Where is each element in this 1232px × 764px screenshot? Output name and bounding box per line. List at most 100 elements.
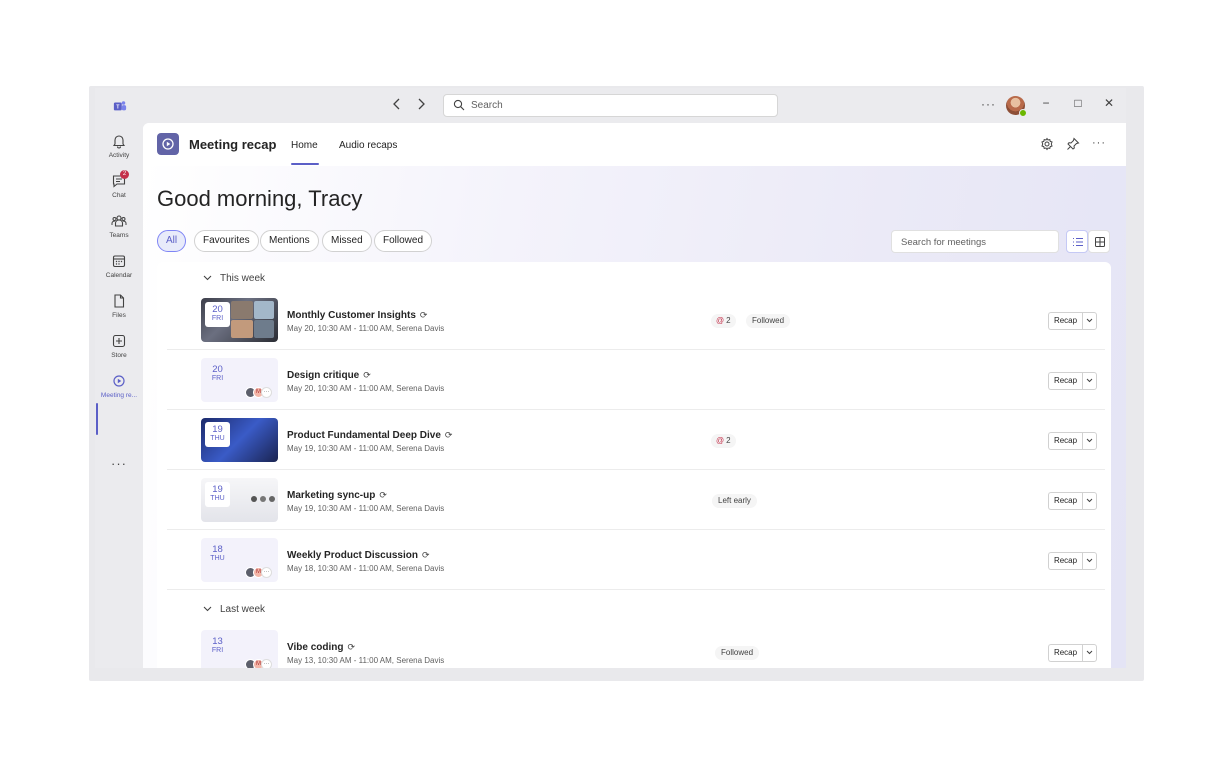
meeting-subtitle: May 13, 10:30 AM - 11:00 AM, Serena Davi…: [287, 656, 445, 665]
filter-chip-favourites[interactable]: Favourites: [194, 230, 259, 252]
rail-item-meeting-recap[interactable]: Meeting re...: [95, 373, 143, 409]
date-weekday: THU: [210, 555, 225, 562]
participant-avatars: M ···: [245, 659, 272, 668]
recap-button[interactable]: Recap: [1048, 312, 1082, 330]
section-header-this-week[interactable]: This week: [203, 273, 265, 284]
meeting-thumbnail: 19 THU: [201, 418, 278, 462]
date-weekday: THU: [210, 495, 225, 502]
tab-home[interactable]: Home: [291, 140, 318, 151]
chevron-down-icon: [1086, 378, 1093, 383]
global-search-input[interactable]: Search: [443, 94, 778, 117]
recap-dropdown-button[interactable]: [1082, 432, 1097, 450]
rail-more-apps-button[interactable]: ···: [95, 456, 143, 471]
play-circle-icon: [162, 138, 174, 150]
recap-dropdown-button[interactable]: [1082, 492, 1097, 510]
meeting-subtitle: May 20, 10:30 AM - 11:00 AM, Serena Davi…: [287, 324, 445, 333]
tab-audio-recaps[interactable]: Audio recaps: [339, 140, 397, 151]
rail-item-calendar[interactable]: Calendar: [95, 253, 143, 289]
date-badge: 18 THU: [205, 542, 230, 567]
more-participants-icon: ···: [261, 387, 272, 398]
mention-count: 2: [726, 316, 731, 325]
filter-chip-followed[interactable]: Followed: [374, 230, 433, 252]
close-button[interactable]: ✕: [1101, 96, 1117, 110]
pin-icon[interactable]: [1066, 137, 1080, 151]
presence-available-icon: [1019, 109, 1027, 117]
filter-chip-missed[interactable]: Missed: [322, 230, 372, 252]
recurring-icon: ⟳: [444, 430, 453, 440]
chevron-down-icon: [1086, 438, 1093, 443]
app-more-options-button[interactable]: ···: [1092, 137, 1106, 149]
recap-button[interactable]: Recap: [1048, 372, 1082, 390]
chevron-down-icon: [203, 606, 212, 612]
recap-button[interactable]: Recap: [1048, 492, 1082, 510]
chevron-down-icon: [1086, 498, 1093, 503]
meeting-subtitle: May 18, 10:30 AM - 11:00 AM, Serena Davi…: [287, 564, 445, 573]
recap-dropdown-button[interactable]: [1082, 552, 1097, 570]
meeting-row-product-fundamental-deep-dive[interactable]: 19 THU Product Fundamental Deep Dive ⟳ Ma…: [167, 410, 1105, 470]
maximize-button[interactable]: □: [1070, 96, 1086, 110]
rail-label: Files: [112, 312, 126, 319]
rail-label: Activity: [108, 152, 130, 159]
back-button[interactable]: [389, 97, 405, 113]
meeting-row-monthly-customer-insights[interactable]: 20 FRI Monthly Customer Insights ⟳ May 20…: [167, 290, 1105, 350]
list-view-button[interactable]: [1066, 230, 1088, 253]
meeting-title-text: Marketing sync-up: [287, 490, 376, 501]
rail-item-files[interactable]: Files: [95, 293, 143, 329]
recurring-icon: ⟳: [347, 642, 356, 652]
chevron-down-icon: [203, 275, 212, 281]
minimize-button[interactable]: −: [1038, 96, 1054, 110]
date-day: 19: [212, 484, 223, 495]
meeting-title: Weekly Product Discussion ⟳: [287, 550, 430, 561]
recurring-icon: ⟳: [363, 370, 371, 380]
filter-chip-mentions[interactable]: Mentions: [260, 230, 319, 252]
rail-item-activity[interactable]: Activity: [95, 133, 143, 169]
meeting-row-marketing-sync-up[interactable]: 19 THU Marketing sync-up ⟳ May 19, 10:30 …: [167, 470, 1105, 530]
participant-avatars: M ···: [245, 567, 272, 578]
rail-item-chat[interactable]: 2 Chat: [95, 170, 143, 209]
video-tile: [251, 496, 257, 502]
mentions-badge: @2: [711, 314, 736, 328]
recurring-icon: ⟳: [421, 550, 430, 560]
date-day: 19: [212, 424, 223, 435]
recap-dropdown-button[interactable]: [1082, 312, 1097, 330]
meeting-row-vibe-coding[interactable]: 13 FRI M ··· Vibe coding ⟳ May 13, 10:30 A…: [167, 622, 1105, 668]
date-day: 20: [212, 364, 223, 375]
date-badge: 20 FRI: [205, 362, 230, 387]
meeting-search-input[interactable]: Search for meetings: [891, 230, 1059, 253]
meeting-row-weekly-product-discussion[interactable]: 18 THU M ··· Weekly Product Discussion ⟳ M…: [167, 530, 1105, 590]
user-avatar[interactable]: [1006, 96, 1027, 117]
greeting-heading: Good morning, Tracy: [157, 186, 363, 211]
date-weekday: FRI: [211, 647, 224, 654]
meeting-title: Design critique ⟳: [287, 370, 371, 381]
calendar-icon: [112, 255, 126, 268]
recap-dropdown-button[interactable]: [1082, 644, 1097, 662]
meeting-title-text: Design critique: [287, 370, 360, 381]
tab-active-indicator: [291, 163, 319, 165]
recap-button[interactable]: Recap: [1048, 432, 1082, 450]
bell-icon: [112, 135, 126, 149]
settings-gear-icon[interactable]: [1040, 137, 1054, 151]
rail-item-teams[interactable]: Teams: [95, 213, 143, 249]
video-tile: [260, 496, 266, 502]
teams-window: T Search ··· − □ ✕ Activity 2 Chat Teams…: [95, 88, 1126, 668]
section-header-last-week[interactable]: Last week: [203, 604, 265, 615]
recap-button[interactable]: Recap: [1048, 644, 1082, 662]
grid-view-button[interactable]: [1088, 230, 1110, 253]
forward-button[interactable]: [413, 97, 429, 113]
recap-button[interactable]: Recap: [1048, 552, 1082, 570]
meeting-title: Vibe coding ⟳: [287, 642, 355, 653]
more-options-button[interactable]: ···: [981, 97, 996, 111]
list-view-icon: [1073, 237, 1083, 247]
file-icon: [114, 294, 125, 308]
participant-avatars: M ···: [245, 387, 272, 398]
recap-dropdown-button[interactable]: [1082, 372, 1097, 390]
meeting-search-placeholder: Search for meetings: [901, 237, 987, 248]
meeting-title: Marketing sync-up ⟳: [287, 490, 387, 501]
filter-chip-all[interactable]: All: [157, 230, 187, 252]
rail-label: Calendar: [105, 272, 133, 279]
rail-item-store[interactable]: Store: [95, 333, 143, 369]
more-participants-icon: ···: [261, 659, 272, 668]
meeting-row-design-critique[interactable]: 20 FRI M ··· Design critique ⟳ May 20, 10:…: [167, 350, 1105, 410]
meeting-title-text: Weekly Product Discussion: [287, 550, 418, 561]
date-day: 20: [212, 304, 223, 315]
